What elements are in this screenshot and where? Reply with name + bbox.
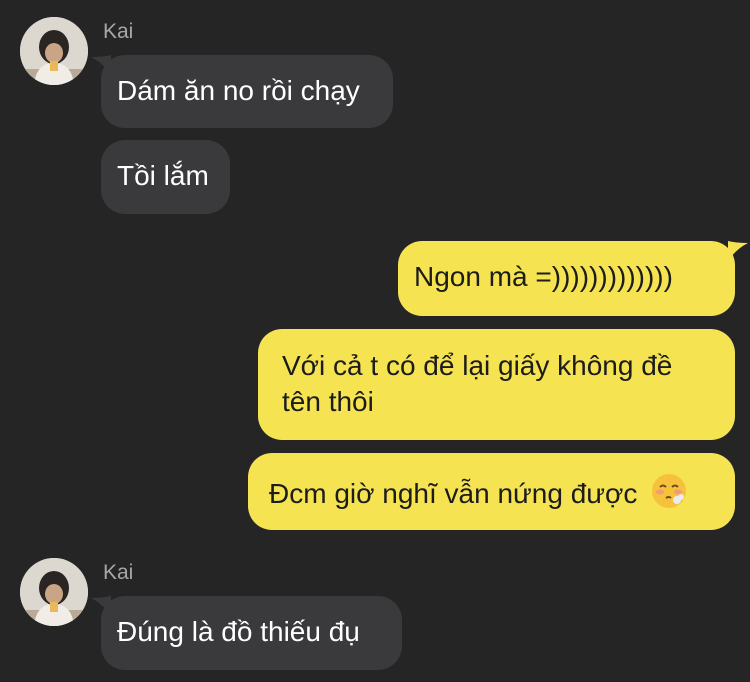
message-text: Đcm giờ nghĩ vẫn nứng được [269, 477, 638, 509]
bubble-tail [728, 241, 748, 261]
bubble-tail [91, 55, 111, 75]
face-exhaling-icon [651, 473, 687, 518]
message-bubble-incoming[interactable]: Tồi lắm [101, 140, 230, 214]
message-text: Dám ăn no rồi chạy [117, 75, 360, 106]
sender-name: Kai [103, 20, 134, 43]
avatar[interactable] [20, 17, 88, 85]
message-bubble-outgoing[interactable]: Đcm giờ nghĩ vẫn nứng được [248, 453, 735, 530]
avatar[interactable] [20, 558, 88, 626]
message-text-line: Với cả t có để lại giấy không đề [282, 350, 673, 381]
message-bubble-outgoing[interactable]: Với cả t có để lại giấy không đề tên thô… [258, 329, 735, 440]
message-text-line: tên thôi [282, 386, 374, 417]
message-bubble-outgoing[interactable]: Ngon mà =))))))))))))) [398, 241, 735, 316]
message-text: Tồi lắm [117, 160, 209, 191]
message-bubble-incoming[interactable]: Đúng là đồ thiếu đụ [101, 596, 402, 670]
message-text: Ngon mà =))))))))))))) [414, 261, 673, 292]
bubble-tail [91, 596, 111, 616]
message-bubble-incoming[interactable]: Dám ăn no rồi chạy [101, 55, 393, 128]
chat-screen: { "messages": [ {"sender": "Kai", "text"… [0, 0, 750, 682]
sender-name: Kai [103, 561, 134, 584]
message-text: Đúng là đồ thiếu đụ [117, 616, 360, 647]
